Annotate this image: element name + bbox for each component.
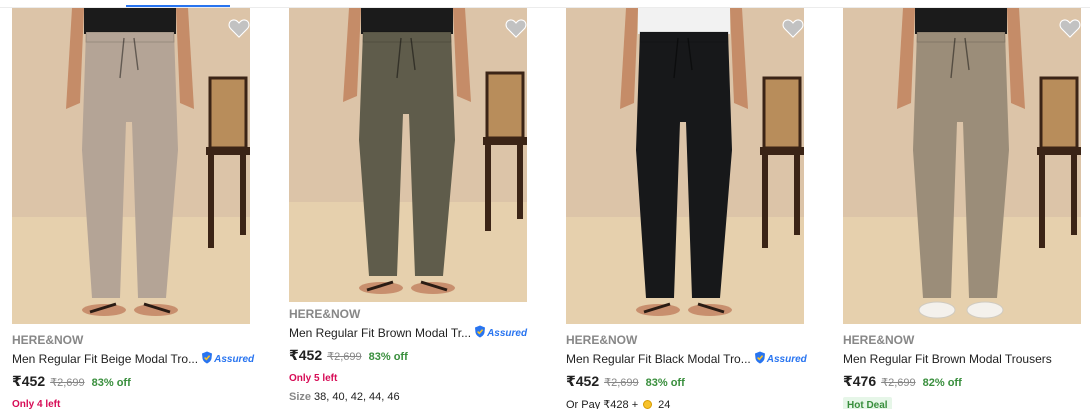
product-brand: HERE&NOW xyxy=(12,333,84,347)
product-mrp: ₹2,699 xyxy=(50,377,85,389)
product-title[interactable]: Men Regular Fit Beige Modal Tro... xyxy=(12,351,198,367)
shield-icon xyxy=(474,325,487,341)
coin-offer: Or Pay ₹428 + 24 xyxy=(566,398,804,409)
wishlist-heart-icon[interactable] xyxy=(228,18,250,38)
stock-warning: Only 5 left xyxy=(289,373,338,384)
wishlist-heart-icon[interactable] xyxy=(782,18,804,38)
size-label: Size xyxy=(289,391,312,403)
assured-badge: Assured xyxy=(201,351,254,367)
wishlist-heart-icon[interactable] xyxy=(505,18,527,38)
product-image[interactable] xyxy=(289,8,527,302)
shield-icon xyxy=(754,351,767,367)
product-price: ₹476 xyxy=(843,373,877,389)
assured-badge: Assured xyxy=(474,325,527,341)
stock-warning: Only 4 left xyxy=(12,399,61,409)
product-brand: HERE&NOW xyxy=(843,333,915,347)
product-price: ₹452 xyxy=(12,373,46,389)
pay-text: Or Pay ₹428 + xyxy=(566,399,639,409)
product-title[interactable]: Men Regular Fit Brown Modal Tr... xyxy=(289,325,471,341)
active-tab-indicator xyxy=(126,5,230,7)
coin-count: 24 xyxy=(658,398,671,409)
product-card[interactable]: HERE&NOW Men Regular Fit Black Modal Tro… xyxy=(566,8,807,409)
product-card[interactable]: HERE&NOW Men Regular Fit Brown Modal Tr.… xyxy=(289,8,527,409)
product-mrp: ₹2,699 xyxy=(327,351,362,363)
assured-label: Assured xyxy=(214,353,255,365)
product-discount: 82% off xyxy=(922,377,962,389)
product-title[interactable]: Men Regular Fit Black Modal Tro... xyxy=(566,351,751,367)
product-brand: HERE&NOW xyxy=(566,333,638,347)
product-mrp: ₹2,699 xyxy=(604,377,639,389)
size-values: 38, 40, 42, 44, 46 xyxy=(314,391,400,403)
product-discount: 83% off xyxy=(368,351,408,363)
product-image[interactable] xyxy=(12,8,250,324)
assured-badge: Assured xyxy=(754,351,807,367)
size-list: Size 38, 40, 42, 44, 46 xyxy=(289,391,527,403)
wishlist-heart-icon[interactable] xyxy=(1059,18,1081,38)
product-price: ₹452 xyxy=(566,373,600,389)
product-brand: HERE&NOW xyxy=(289,307,361,321)
assured-label: Assured xyxy=(766,353,807,365)
product-discount: 83% off xyxy=(645,377,685,389)
product-price: ₹452 xyxy=(289,347,323,363)
shield-icon xyxy=(201,351,214,367)
product-discount: 83% off xyxy=(91,377,131,389)
product-mrp: ₹2,699 xyxy=(881,377,916,389)
product-title[interactable]: Men Regular Fit Brown Modal Trousers xyxy=(843,351,1052,367)
product-image[interactable] xyxy=(566,8,804,324)
assured-label: Assured xyxy=(487,327,528,339)
supercoin-icon xyxy=(643,400,653,409)
product-card[interactable]: HERE&NOW Men Regular Fit Beige Modal Tro… xyxy=(12,8,254,409)
hot-deal-badge: Hot Deal xyxy=(843,397,892,409)
product-card[interactable]: HERE&NOW Men Regular Fit Brown Modal Tro… xyxy=(843,8,1081,409)
product-image[interactable] xyxy=(843,8,1081,324)
